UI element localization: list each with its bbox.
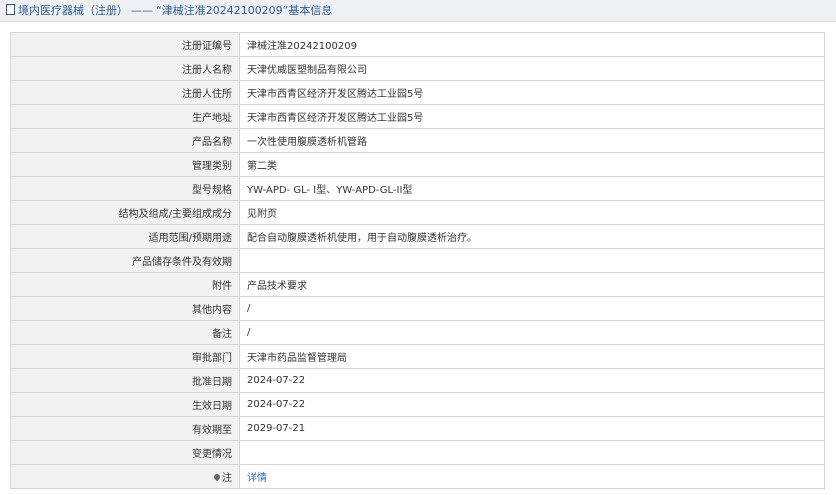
row-label: 审批部门 [10, 344, 240, 369]
pin-icon [212, 472, 222, 482]
row-label: 变更情况 [10, 440, 240, 465]
row-value: / [239, 320, 825, 345]
table-row: 有效期至 2029-07-21 [10, 416, 825, 441]
row-label: 批准日期 [10, 368, 240, 393]
table-row: 产品储存条件及有效期 [10, 248, 825, 273]
row-value: YW-APD- GL- I型、YW-APD-GL-II型 [239, 176, 825, 201]
table-row: 其他内容 / [10, 296, 825, 321]
header-separator: —— [131, 4, 153, 17]
row-value: 2024-07-22 [239, 392, 825, 417]
document-icon [6, 4, 15, 15]
table-row: 备注 / [10, 320, 825, 345]
row-value: 配合自动腹膜透析机使用，用于自动腹膜透析治疗。 [239, 224, 825, 249]
row-value: 天津市西青区经济开发区腾达工业园5号 [239, 80, 825, 105]
table-row: 批准日期 2024-07-22 [10, 368, 825, 393]
row-value: / [239, 296, 825, 321]
info-table: 注册证编号 津械注准20242100209 注册人名称 天津优威医塑制品有限公司 注册人… [10, 32, 825, 489]
row-label: 型号规格 [10, 176, 240, 201]
row-label: 其他内容 [10, 296, 240, 321]
row-label: 注册证编号 [10, 32, 240, 57]
table-row: 附件 产品技术要求 [10, 272, 825, 297]
row-value: 津械注准20242100209 [239, 32, 825, 57]
table-row: 变更情况 [10, 440, 825, 465]
details-link[interactable]: 详情 [247, 473, 267, 484]
row-label: 附件 [10, 272, 240, 297]
row-value [239, 440, 825, 465]
header-title: “津械注准20242100209”基本信息 [156, 4, 333, 17]
row-label: 生效日期 [10, 392, 240, 417]
row-label: 注册人住所 [10, 80, 240, 105]
row-label: 有效期至 [10, 416, 240, 441]
table-row: 注册人住所 天津市西青区经济开发区腾达工业园5号 [10, 80, 825, 105]
row-value: 2024-07-22 [239, 368, 825, 393]
row-value: 2029-07-21 [239, 416, 825, 441]
page-header: 境内医疗器械（注册） —— “津械注准20242100209”基本信息 [0, 0, 836, 22]
note-value-cell: 详情 [239, 464, 825, 489]
row-value: 产品技术要求 [239, 272, 825, 297]
table-row: 产品名称 一次性使用腹膜透析机管路 [10, 128, 825, 153]
table-row: 管理类别 第二类 [10, 152, 825, 177]
table-row: 注册人名称 天津优威医塑制品有限公司 [10, 56, 825, 81]
row-value: 见附页 [239, 200, 825, 225]
row-value: 天津市西青区经济开发区腾达工业园5号 [239, 104, 825, 129]
row-label: 生产地址 [10, 104, 240, 129]
table-row: 型号规格 YW-APD- GL- I型、YW-APD-GL-II型 [10, 176, 825, 201]
note-label: 注 [222, 473, 232, 484]
row-label: 注册人名称 [10, 56, 240, 81]
row-label: 管理类别 [10, 152, 240, 177]
row-label: 产品储存条件及有效期 [10, 248, 240, 273]
header-prefix: 境内医疗器械（注册） [18, 4, 128, 17]
table-row: 适用范围/预期用途 配合自动腹膜透析机使用，用于自动腹膜透析治疗。 [10, 224, 825, 249]
row-label: 产品名称 [10, 128, 240, 153]
table-row: 审批部门 天津市药品监督管理局 [10, 344, 825, 369]
row-value: 天津优威医塑制品有限公司 [239, 56, 825, 81]
row-value: 天津市药品监督管理局 [239, 344, 825, 369]
table-row: 生效日期 2024-07-22 [10, 392, 825, 417]
table-row: 生产地址 天津市西青区经济开发区腾达工业园5号 [10, 104, 825, 129]
row-label: 结构及组成/主要组成成分 [10, 200, 240, 225]
table-row: 注册证编号 津械注准20242100209 [10, 32, 825, 57]
table-row: 结构及组成/主要组成成分 见附页 [10, 200, 825, 225]
row-value [239, 248, 825, 273]
note-label-cell: 注 [10, 464, 240, 489]
row-label: 备注 [10, 320, 240, 345]
row-value: 第二类 [239, 152, 825, 177]
table-row-note: 注 详情 [10, 464, 825, 489]
row-value: 一次性使用腹膜透析机管路 [239, 128, 825, 153]
row-label: 适用范围/预期用途 [10, 224, 240, 249]
